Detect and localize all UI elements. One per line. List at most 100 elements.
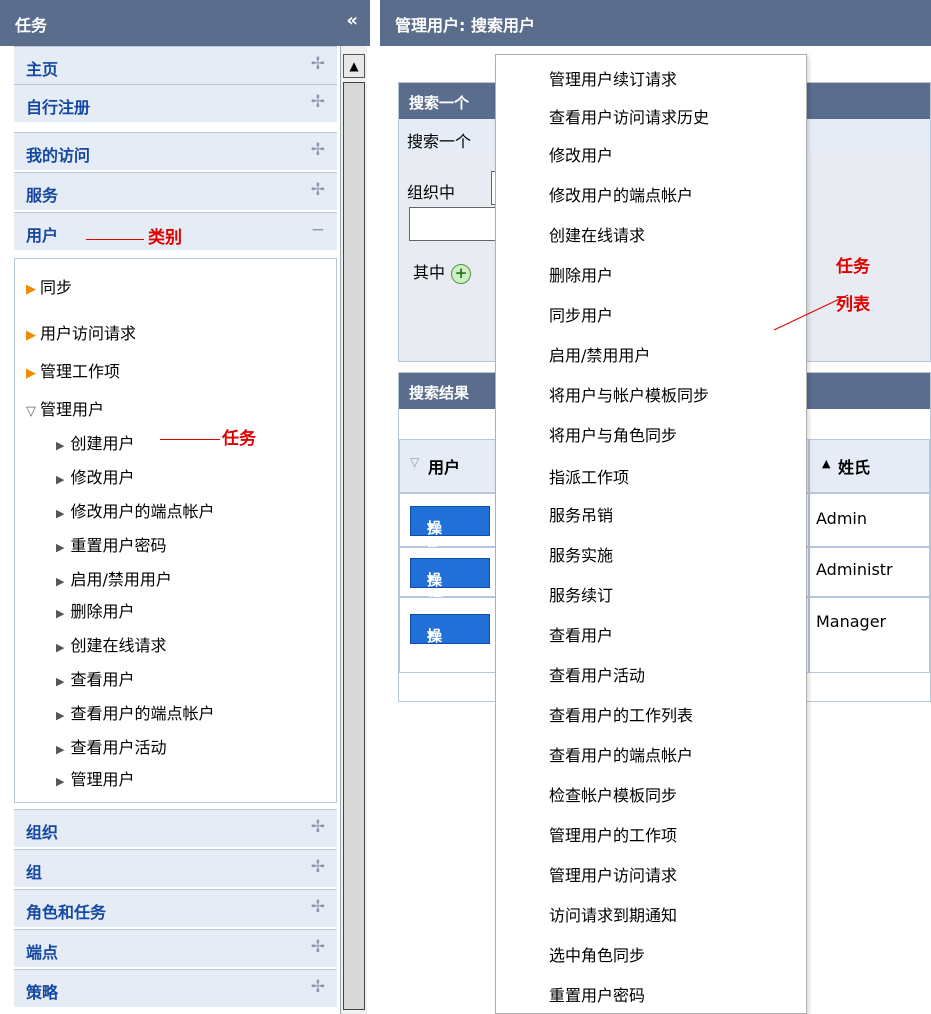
- task-create-user[interactable]: ▶ 创建用户: [56, 430, 134, 454]
- menu-item[interactable]: 服务实施: [549, 542, 613, 566]
- search-results-title: 搜索结果: [409, 384, 470, 402]
- menu-item[interactable]: 修改用户的端点帐户: [549, 182, 693, 206]
- task-arrow-icon: ▶: [56, 641, 65, 654]
- caret-down-icon: ▾: [427, 625, 435, 643]
- menu-item[interactable]: 访问请求到期通知: [549, 902, 677, 926]
- annotation-task: 任务: [222, 429, 256, 449]
- menu-item[interactable]: 同步用户: [549, 302, 613, 326]
- task-modify-endpoint-accounts[interactable]: ▶ 修改用户的端点帐户: [56, 498, 214, 522]
- action-button[interactable]: 操作 ▾: [410, 614, 490, 666]
- surname-cell: Admin: [809, 493, 930, 547]
- action-button[interactable]: 操作 ▾: [410, 506, 490, 558]
- column-header-label: 用户: [428, 458, 461, 477]
- expand-icon[interactable]: ✢: [311, 54, 325, 74]
- expand-icon[interactable]: ✢: [311, 857, 325, 877]
- sort-icon: ▽: [410, 455, 420, 469]
- task-arrow-icon: ▶: [56, 607, 65, 620]
- column-header-surname[interactable]: ▲ 姓氏: [809, 439, 930, 493]
- task-manage-users[interactable]: ▶ 管理用户: [56, 766, 134, 790]
- menu-item[interactable]: 管理用户的工作项: [549, 822, 677, 846]
- subcategory-manage-users[interactable]: ▽ 管理用户: [26, 396, 104, 420]
- category-services[interactable]: 服务 ✢: [14, 172, 337, 210]
- task-view-user[interactable]: ▶ 查看用户: [56, 666, 134, 690]
- expand-icon[interactable]: ✢: [311, 977, 325, 997]
- expand-icon[interactable]: ✢: [311, 897, 325, 917]
- menu-item[interactable]: 检查帐户模板同步: [549, 782, 677, 806]
- task-label: 重置用户密码: [70, 536, 167, 555]
- menu-item[interactable]: 查看用户的工作列表: [549, 702, 693, 726]
- task-arrow-icon: ▶: [56, 709, 65, 722]
- task-label: 查看用户活动: [70, 738, 167, 757]
- menu-item[interactable]: 修改用户: [549, 142, 613, 166]
- task-arrow-icon: ▶: [56, 675, 65, 688]
- caret-down-icon: ▾: [427, 569, 435, 587]
- task-label: 创建在线请求: [70, 636, 167, 655]
- scroll-up-icon[interactable]: ▲: [343, 54, 365, 78]
- menu-item[interactable]: 管理用户续订请求: [549, 66, 677, 90]
- search-line-2: 组织中: [407, 183, 456, 202]
- subcategory-manage-work-items[interactable]: ▶ 管理工作项: [26, 358, 120, 382]
- search-attribute-field[interactable]: [409, 207, 499, 241]
- task-label: 修改用户的端点帐户: [70, 502, 215, 521]
- menu-item[interactable]: 指派工作项: [549, 464, 629, 488]
- category-endpoints[interactable]: 端点 ✢: [14, 929, 337, 967]
- task-arrow-icon: ▶: [56, 575, 65, 588]
- category-policies[interactable]: 策略 ✢: [14, 969, 337, 1007]
- subcategory-user-access-requests[interactable]: ▶ 用户访问请求: [26, 320, 136, 344]
- task-arrow-icon: ▶: [56, 473, 65, 486]
- collapse-minus-icon[interactable]: −: [311, 220, 325, 240]
- subcategory-sync[interactable]: ▶ 同步: [26, 274, 72, 298]
- menu-item[interactable]: 启用/禁用用户: [549, 342, 650, 366]
- expand-arrow-icon: ▶: [26, 282, 36, 297]
- menu-item[interactable]: 服务续订: [549, 582, 613, 606]
- task-enable-disable-user[interactable]: ▶ 启用/禁用用户: [56, 566, 172, 590]
- category-organization[interactable]: 组织 ✢: [14, 809, 337, 847]
- menu-item[interactable]: 查看用户活动: [549, 662, 645, 686]
- column-header-label: 姓氏: [838, 458, 871, 477]
- expand-icon[interactable]: ✢: [311, 817, 325, 837]
- collapse-icon[interactable]: «: [346, 10, 358, 31]
- expand-arrow-icon: ▶: [26, 328, 36, 343]
- task-reset-password[interactable]: ▶ 重置用户密码: [56, 532, 166, 556]
- category-label: 自行注册: [26, 98, 91, 117]
- menu-item[interactable]: 查看用户: [549, 622, 613, 646]
- task-arrow-icon: ▶: [56, 541, 65, 554]
- category-self-register[interactable]: 自行注册 ✢: [14, 84, 337, 122]
- expand-icon[interactable]: ✢: [311, 92, 325, 112]
- task-label: 创建用户: [70, 434, 135, 453]
- category-label: 策略: [26, 983, 59, 1002]
- category-label: 主页: [26, 60, 59, 79]
- task-view-user-activity[interactable]: ▶ 查看用户活动: [56, 734, 166, 758]
- task-delete-user[interactable]: ▶ 删除用户: [56, 598, 134, 622]
- task-view-endpoint-accounts[interactable]: ▶ 查看用户的端点帐户: [56, 700, 214, 724]
- expand-icon[interactable]: ✢: [311, 180, 325, 200]
- add-condition-icon[interactable]: +: [451, 263, 472, 284]
- scroll-thumb[interactable]: [343, 82, 365, 1010]
- menu-item[interactable]: 查看用户的端点帐户: [549, 742, 693, 766]
- task-modify-user[interactable]: ▶ 修改用户: [56, 464, 134, 488]
- subcategory-label: 同步: [40, 278, 73, 297]
- menu-item[interactable]: 重置用户密码: [549, 982, 645, 1006]
- menu-item[interactable]: 删除用户: [549, 262, 613, 286]
- task-panel-scrollbar[interactable]: ▲: [340, 46, 367, 1014]
- category-roles-tasks[interactable]: 角色和任务 ✢: [14, 889, 337, 927]
- subcategory-label: 管理用户: [40, 400, 105, 419]
- expand-icon[interactable]: ✢: [311, 937, 325, 957]
- menu-item[interactable]: 选中角色同步: [549, 942, 645, 966]
- category-groups[interactable]: 组 ✢: [14, 849, 337, 887]
- action-button[interactable]: 操作 ▾: [410, 558, 490, 610]
- task-create-online-request[interactable]: ▶ 创建在线请求: [56, 632, 166, 656]
- menu-item[interactable]: 查看用户访问请求历史: [549, 104, 709, 128]
- category-home[interactable]: 主页 ✢: [14, 46, 337, 84]
- annotation-pointer: [773, 294, 849, 331]
- menu-item[interactable]: 管理用户访问请求: [549, 862, 677, 886]
- expand-icon[interactable]: ✢: [311, 140, 325, 160]
- menu-item[interactable]: 将用户与角色同步: [549, 422, 677, 446]
- category-label: 我的访问: [26, 146, 91, 165]
- menu-item[interactable]: 创建在线请求: [549, 222, 645, 246]
- menu-item[interactable]: 将用户与帐户模板同步: [549, 382, 709, 406]
- category-my-access[interactable]: 我的访问 ✢: [14, 132, 337, 170]
- subcategory-label: 用户访问请求: [40, 324, 137, 343]
- menu-item[interactable]: 服务吊销: [549, 502, 613, 526]
- task-label: 删除用户: [70, 602, 135, 621]
